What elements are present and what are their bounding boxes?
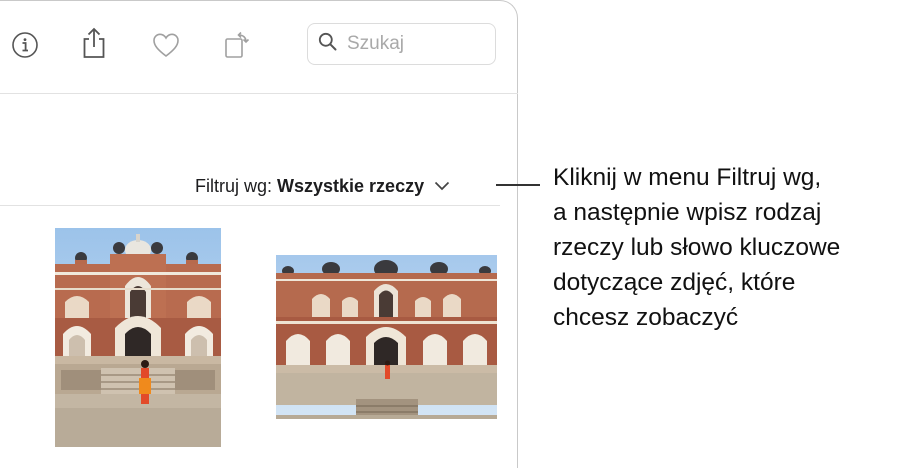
callout-line-5: chcesz zobaczyć xyxy=(553,304,739,331)
toolbar xyxy=(0,1,518,94)
callout-text: Kliknij w menu Filtruj wg, a następnie w… xyxy=(553,160,898,335)
filter-prefix-label: Filtruj wg: xyxy=(195,175,273,196)
callout-line xyxy=(496,184,540,186)
callout-line-3: rzeczy lub słowo kluczowe xyxy=(553,234,841,261)
filter-value[interactable]: Wszystkie rzeczy xyxy=(277,176,424,197)
photo-thumbnail-landscape[interactable] xyxy=(276,255,497,419)
callout-line-1: Kliknij w menu Filtruj wg, xyxy=(553,164,822,191)
search-field[interactable] xyxy=(307,23,496,65)
magnifying-glass-icon xyxy=(318,32,337,56)
callout-line-4: dotyczące zdjęć, które xyxy=(553,269,796,296)
share-icon[interactable] xyxy=(76,25,112,61)
callout-line-2: a następnie wpisz rodzaj xyxy=(553,199,822,226)
search-input[interactable] xyxy=(345,32,489,56)
rotate-icon[interactable] xyxy=(218,27,254,63)
photos-window: Filtruj wg: Wszystkie rzeczy xyxy=(0,0,518,468)
info-circle-icon[interactable] xyxy=(7,27,43,63)
chevron-down-icon[interactable] xyxy=(434,181,450,191)
heart-icon[interactable] xyxy=(148,27,184,63)
divider xyxy=(0,205,500,206)
photo-thumbnail-portrait[interactable] xyxy=(55,228,221,447)
filter-menu[interactable]: Filtruj wg: Wszystkie rzeczy xyxy=(195,173,450,199)
